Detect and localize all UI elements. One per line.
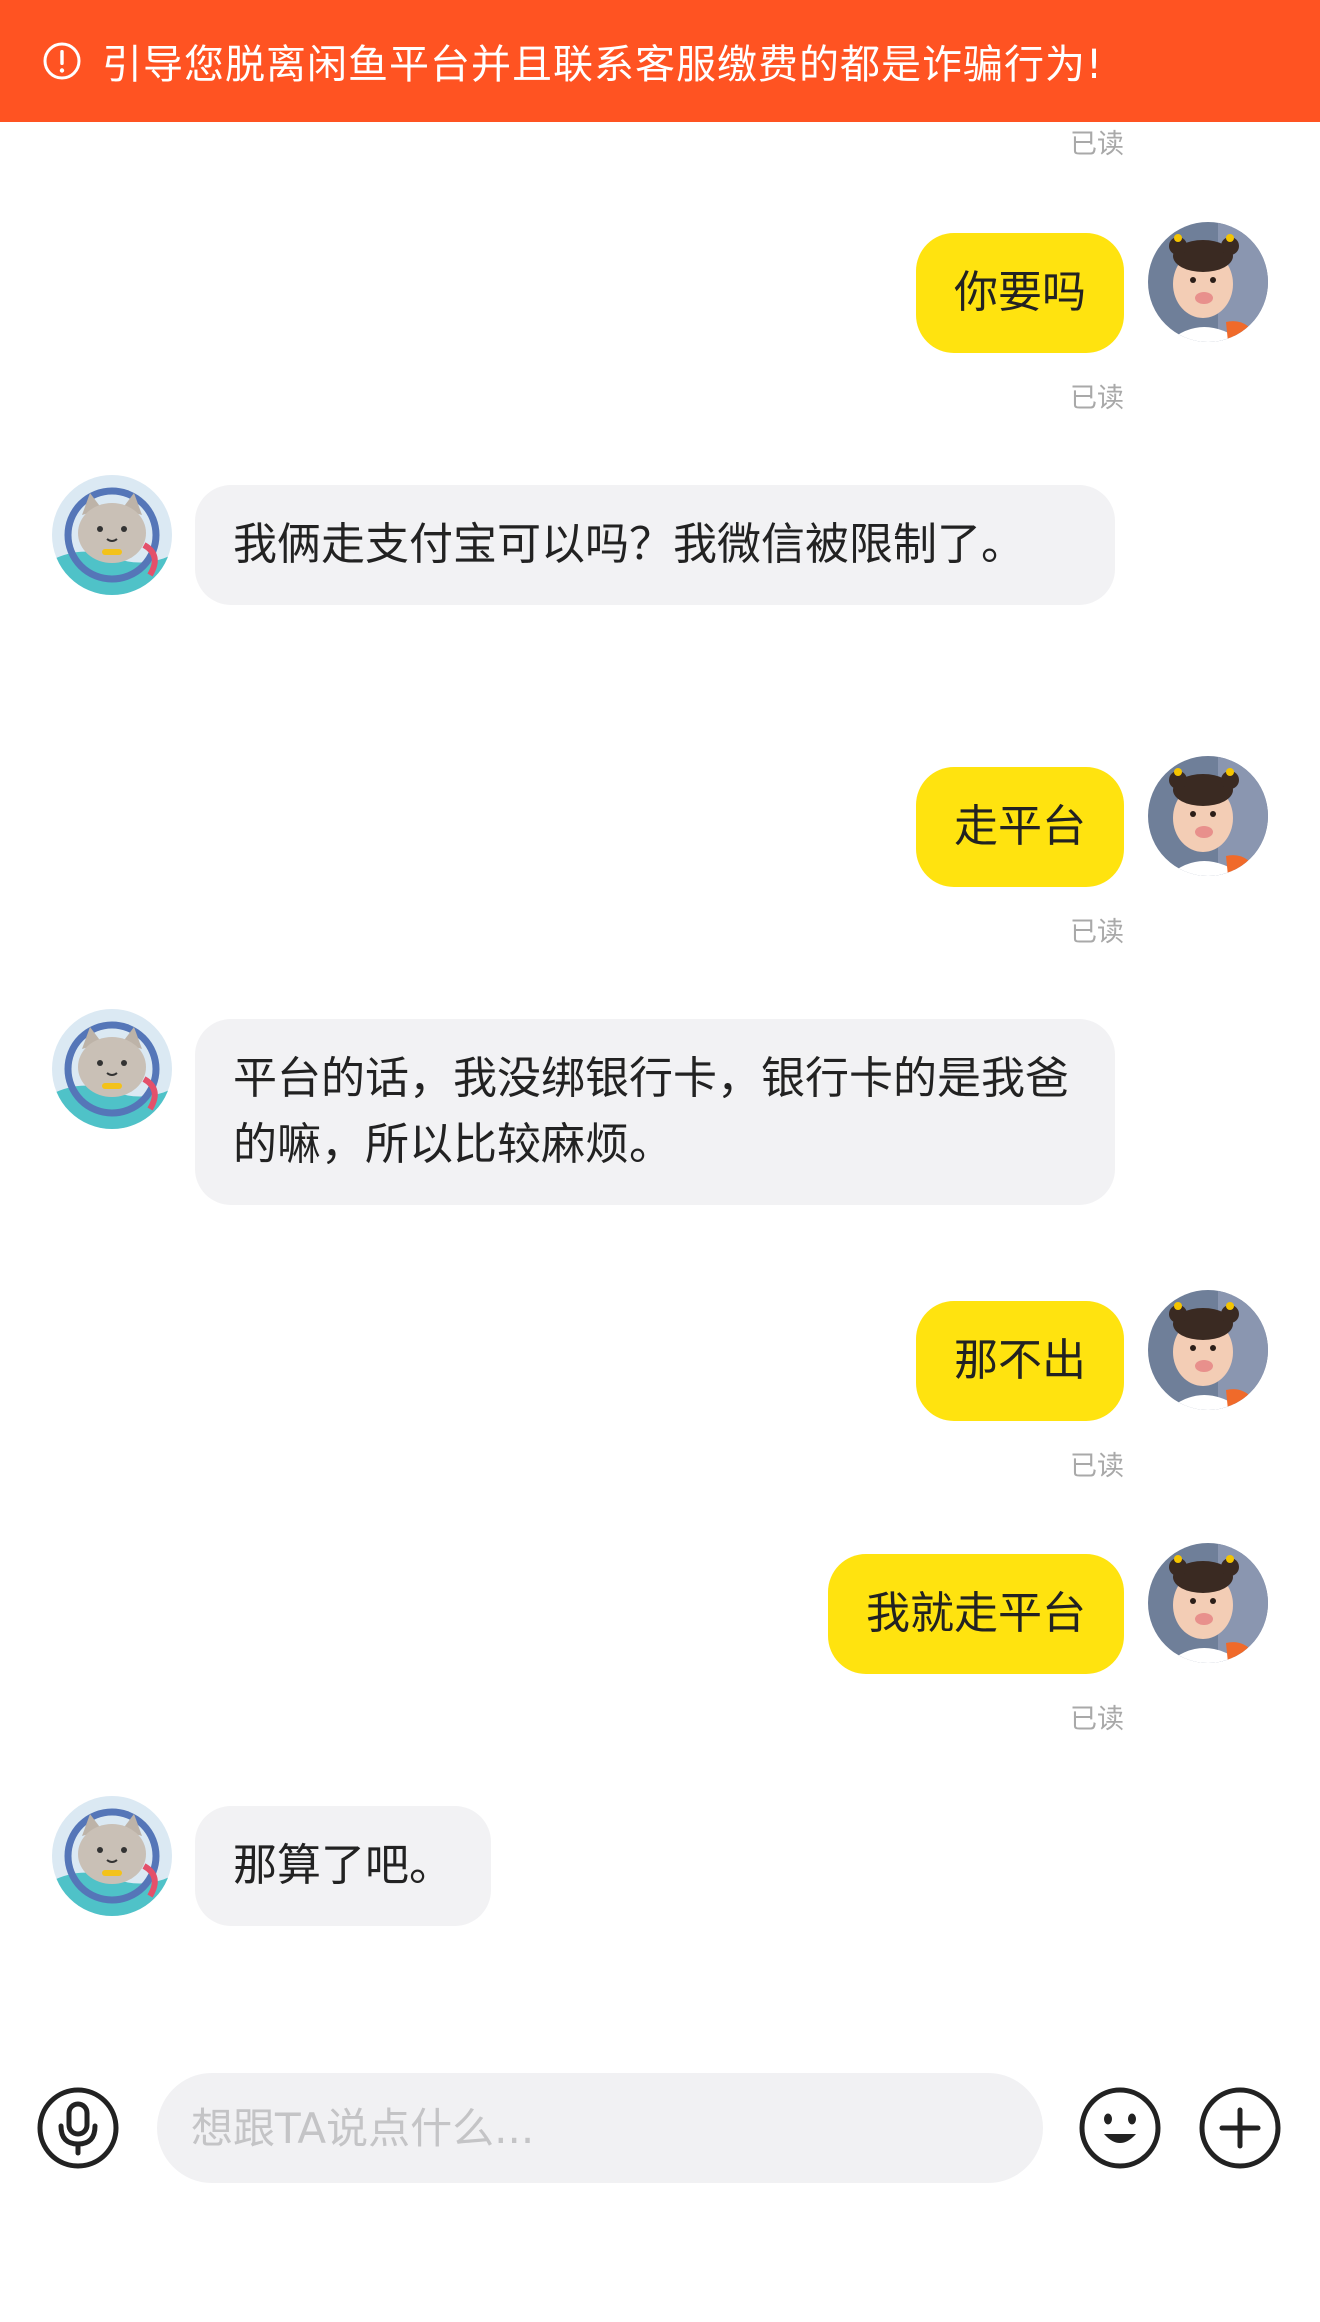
alert-circle-icon [43, 42, 81, 80]
cat-avatar-image [52, 1009, 172, 1129]
message-bubble-other[interactable]: 平台的话，我没绑银行卡，银行卡的是我爸的嘛，所以比较麻烦。 [195, 1019, 1115, 1205]
baby-avatar-image [1148, 1290, 1268, 1410]
cat-avatar-image [52, 1796, 172, 1916]
scam-warning-banner: 引导您脱离闲鱼平台并且联系客服缴费的都是诈骗行为! [0, 0, 1320, 122]
emoji-icon[interactable] [1078, 2086, 1162, 2170]
cat-avatar-image [52, 475, 172, 595]
my-avatar[interactable] [1148, 222, 1268, 342]
scam-warning-text: 引导您脱离闲鱼平台并且联系客服缴费的都是诈骗行为! [102, 42, 1104, 88]
message-bubble-mine[interactable]: 我就走平台 [828, 1554, 1124, 1674]
my-avatar[interactable] [1148, 1543, 1268, 1663]
message-input[interactable] [157, 2073, 1043, 2183]
message-bubble-other[interactable]: 那算了吧。 [195, 1806, 491, 1926]
message-bubble-mine[interactable]: 走平台 [916, 767, 1124, 887]
read-receipt: 已读 [1070, 1704, 1124, 1735]
read-receipt: 已读 [1070, 917, 1124, 948]
message-bubble-mine[interactable]: 你要吗 [916, 233, 1124, 353]
baby-avatar-image [1148, 1543, 1268, 1663]
other-avatar[interactable] [52, 1009, 172, 1129]
microphone-icon[interactable] [36, 2086, 120, 2170]
read-receipt: 已读 [1070, 129, 1124, 160]
my-avatar[interactable] [1148, 756, 1268, 876]
message-composer [0, 2070, 1320, 2210]
other-avatar[interactable] [52, 475, 172, 595]
message-bubble-other[interactable]: 我俩走支付宝可以吗？我微信被限制了。 [195, 485, 1115, 605]
other-avatar[interactable] [52, 1796, 172, 1916]
read-receipt: 已读 [1070, 383, 1124, 414]
baby-avatar-image [1148, 222, 1268, 342]
read-receipt: 已读 [1070, 1451, 1124, 1482]
plus-circle-icon[interactable] [1198, 2086, 1282, 2170]
baby-avatar-image [1148, 756, 1268, 876]
my-avatar[interactable] [1148, 1290, 1268, 1410]
message-bubble-mine[interactable]: 那不出 [916, 1301, 1124, 1421]
